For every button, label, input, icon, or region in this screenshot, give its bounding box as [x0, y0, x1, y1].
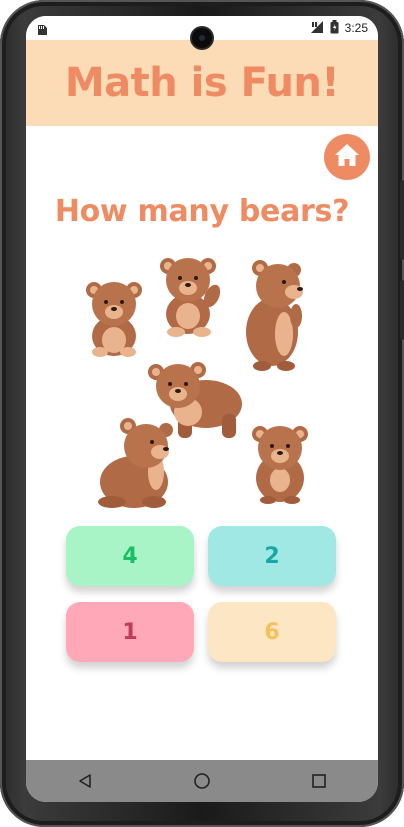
- signal-icon: [310, 20, 324, 37]
- bear-icon: [86, 282, 142, 357]
- answer-label: 4: [122, 543, 138, 569]
- answer-button-2[interactable]: 2: [208, 526, 336, 586]
- volume-button: [400, 280, 404, 340]
- screen: 3:25 Math is Fun! How many bears? 4 2 1 …: [26, 16, 378, 802]
- app-banner: Math is Fun!: [26, 40, 378, 126]
- back-icon[interactable]: [65, 766, 105, 796]
- home-circle-icon[interactable]: [182, 766, 222, 796]
- bear-illustration: [26, 246, 378, 508]
- bear-icon: [246, 260, 303, 371]
- answer-label: 6: [264, 619, 280, 645]
- phone-frame: 3:25 Math is Fun! How many bears? 4 2 1 …: [0, 0, 404, 827]
- system-nav-bar: [26, 760, 378, 802]
- answer-button-6[interactable]: 6: [208, 602, 336, 662]
- status-right: 3:25: [310, 19, 368, 37]
- answer-button-4[interactable]: 4: [66, 526, 194, 586]
- answer-grid: 4 2 1 6: [66, 526, 338, 666]
- sd-card-icon: [36, 21, 48, 35]
- front-camera: [192, 28, 212, 48]
- app-title: Math is Fun!: [64, 60, 340, 106]
- bear-icon: [98, 418, 173, 508]
- power-button: [400, 180, 404, 260]
- battery-icon: [330, 19, 339, 37]
- answer-label: 2: [264, 543, 280, 569]
- bear-icon: [252, 426, 308, 504]
- home-icon: [333, 142, 361, 172]
- answer-label: 1: [122, 619, 138, 645]
- bear-icon: [160, 258, 221, 337]
- status-time: 3:25: [344, 21, 368, 35]
- recents-icon[interactable]: [299, 766, 339, 796]
- home-button[interactable]: [324, 134, 370, 180]
- answer-button-1[interactable]: 1: [66, 602, 194, 662]
- question-text: How many bears?: [54, 194, 350, 229]
